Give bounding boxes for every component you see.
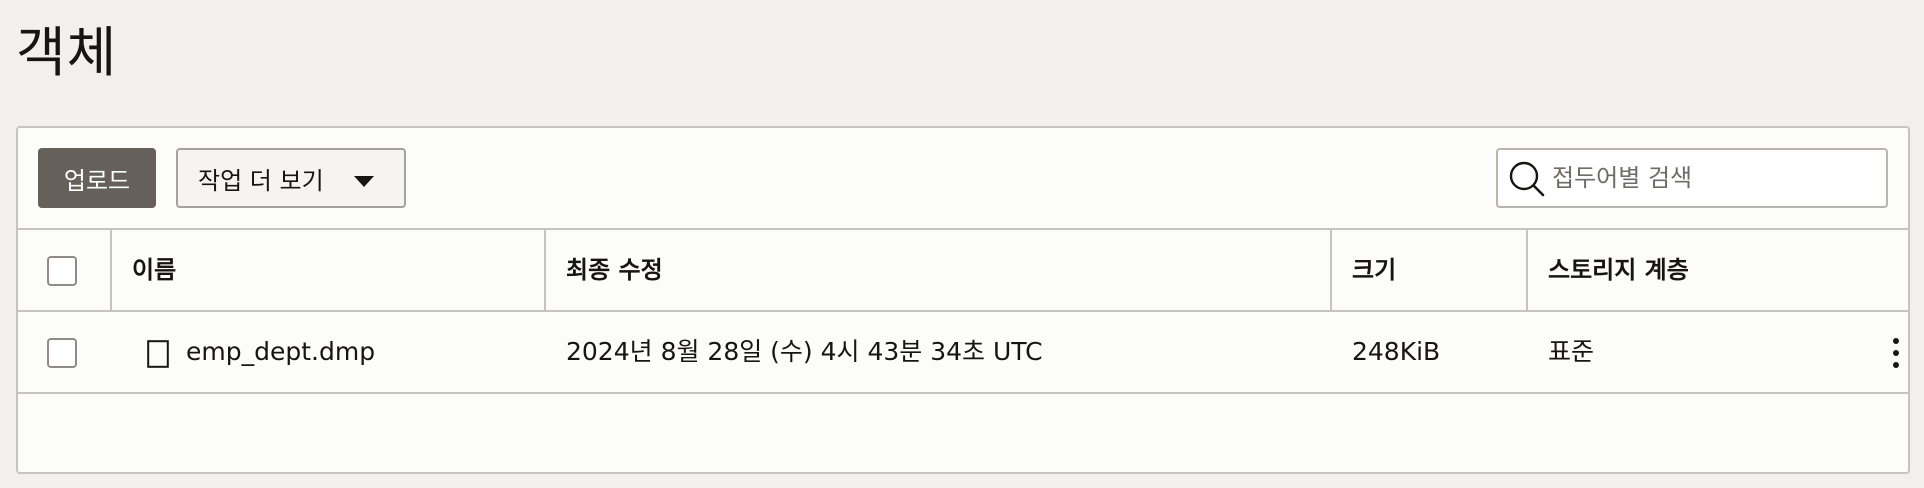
column-divider — [1330, 230, 1332, 310]
column-header-last-modified[interactable]: 최종 수정 — [566, 230, 663, 310]
search-input[interactable] — [1552, 150, 1878, 206]
column-divider — [110, 230, 112, 310]
more-actions-label: 작업 더 보기 — [198, 166, 324, 195]
column-header-size[interactable]: 크기 — [1352, 230, 1396, 310]
more-actions-button[interactable]: 작업 더 보기 — [176, 148, 406, 208]
column-divider — [1526, 230, 1528, 310]
column-header-storage-tier[interactable]: 스토리지 계층 — [1548, 230, 1689, 310]
caret-down-icon — [354, 176, 374, 187]
page-title: 객체 — [16, 21, 118, 84]
select-all-checkbox[interactable] — [47, 256, 77, 286]
search-icon — [1509, 161, 1545, 197]
object-last-modified: 2024년 8월 28일 (수) 4시 43분 34초 UTC — [566, 337, 1043, 366]
object-name-link[interactable]: emp_dept.dmp — [186, 312, 375, 392]
search-box[interactable] — [1496, 148, 1888, 208]
file-icon — [147, 340, 169, 368]
table-header: 이름 최종 수정 크기 스토리지 계층 — [18, 230, 1908, 312]
upload-button[interactable]: 업로드 — [38, 148, 156, 208]
objects-toolbar: 업로드 작업 더 보기 — [18, 128, 1908, 230]
row-checkbox[interactable] — [47, 338, 77, 368]
object-storage-tier: 표준 — [1548, 337, 1595, 366]
table-row: emp_dept.dmp 2024년 8월 28일 (수) 4시 43분 34초… — [18, 312, 1908, 394]
kebab-menu-icon[interactable] — [1886, 336, 1906, 370]
object-size: 248KiB — [1352, 337, 1441, 366]
column-divider — [544, 230, 546, 310]
objects-panel: 업로드 작업 더 보기 이름 최종 수정 크기 스토리지 계층 emp_dept… — [16, 126, 1910, 474]
column-header-name[interactable]: 이름 — [132, 230, 176, 310]
